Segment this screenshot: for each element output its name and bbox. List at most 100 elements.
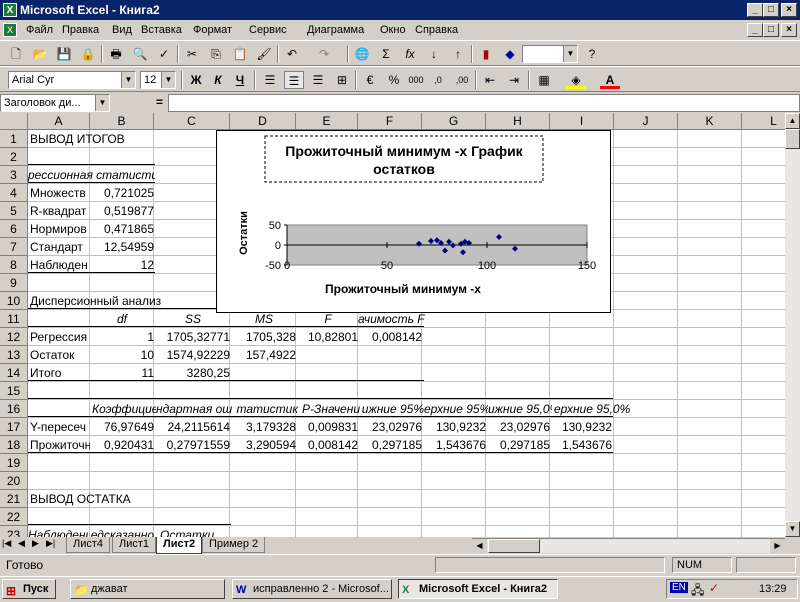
help-icon[interactable]: ? [582,45,602,63]
prev-sheet-icon[interactable]: ◀ [18,538,25,549]
column-header-d[interactable]: D [230,113,296,130]
row-header-20[interactable]: 20 [0,472,28,490]
column-header-j[interactable]: J [614,113,678,130]
permission-icon[interactable]: 🔒 [78,45,98,63]
doc-restore-button[interactable]: □ [763,23,779,37]
row-header-9[interactable]: 9 [0,274,28,292]
cell-d16[interactable]: татистик [232,400,298,418]
column-header-k[interactable]: K [678,113,742,130]
first-sheet-icon[interactable]: |◀ [2,538,11,549]
name-box[interactable]: Заголовок ди... ▼ [0,94,110,112]
cell-a6[interactable]: Нормиров [30,220,90,238]
scroll-up-icon[interactable]: ▲ [785,113,800,129]
last-sheet-icon[interactable]: ▶| [46,538,55,549]
cell-h18[interactable]: 0,297185 [488,436,550,454]
column-header-i[interactable]: I [550,113,614,130]
cell-f17[interactable]: 23,02976 [360,418,422,436]
workbook-icon[interactable]: X [3,23,17,37]
fill-color-icon[interactable]: ◈ [566,71,586,89]
cell-c12[interactable]: 1705,32771 [156,328,230,346]
row-header-21[interactable]: 21 [0,490,28,508]
menu-file[interactable]: Файл [26,20,53,40]
cell-b8[interactable]: 12 [92,256,154,274]
cell-b18[interactable]: 0,920431 [90,436,154,454]
chevron-down-icon[interactable]: ▼ [563,46,577,62]
doc-close-button[interactable]: × [781,23,797,37]
cell-d18[interactable]: 3,290594 [232,436,296,454]
drawing-icon[interactable]: ◆ [500,45,520,63]
row-header-4[interactable]: 4 [0,184,28,202]
cell-c14[interactable]: 3280,25 [156,364,230,382]
doc-minimize-button[interactable]: _ [747,23,763,37]
cell-a13[interactable]: Остаток [30,346,90,364]
cell-e18[interactable]: 0,008142 [298,436,358,454]
cell-f18[interactable]: 0,297185 [360,436,422,454]
underline-button[interactable]: Ч [230,71,250,89]
row-header-23[interactable]: 23 [0,526,28,537]
row-header-14[interactable]: 14 [0,364,28,382]
borders-icon[interactable]: ▦ [534,71,554,89]
decrease-indent-icon[interactable]: ⇤ [480,71,500,89]
cell-a17[interactable]: Y-пересеч [30,418,90,436]
chevron-down-icon[interactable]: ▼ [95,95,109,111]
residual-chart[interactable]: Прожиточный минимум -х График остатков 0… [216,130,611,313]
sort-ascending-icon[interactable]: ↓ [424,45,444,63]
row-header-12[interactable]: 12 [0,328,28,346]
worksheet-grid[interactable]: ABCDEFGHIJKL 1 2 3 4 5 6 7 8 9 10 11 12 13 14 15 16 17 18… [0,113,785,537]
bold-button[interactable]: Ж [186,71,206,89]
cell-c16[interactable]: ндартная ош [156,400,232,418]
cell-i16[interactable]: ерхние 95,0% [552,400,630,418]
cell-c18[interactable]: 0,27971559 [156,436,230,454]
row-header-2[interactable]: 2 [0,148,28,166]
menu-tools[interactable]: Сервис [249,20,287,40]
spelling-icon[interactable]: ✓ [154,45,174,63]
increase-decimal-icon[interactable]: ,0 [428,71,448,89]
cell-e12[interactable]: 10,82801 [298,328,358,346]
scroll-thumb[interactable] [785,129,800,149]
menu-view[interactable]: Вид [112,20,132,40]
undo-icon[interactable]: ↶ [282,45,302,63]
cell-a8[interactable]: Наблюден [30,256,90,274]
row-header-18[interactable]: 18 [0,436,28,454]
row-header-1[interactable]: 1 [0,130,28,148]
cell-a12[interactable]: Регрессия [30,328,90,346]
chevron-down-icon[interactable]: ▼ [121,72,135,88]
cell-e16[interactable]: Р-Значени [298,400,360,418]
cell-b13[interactable]: 10 [90,346,154,364]
cell-b14[interactable]: 11 [90,364,154,382]
print-icon[interactable]: 🖶 [106,45,126,63]
cell-f16[interactable]: ижние 95% [360,400,424,418]
cell-a10[interactable]: Дисперсионный анализ [30,292,161,310]
menu-format[interactable]: Формат [193,20,232,40]
cell-a7[interactable]: Стандарт [30,238,90,256]
row-header-10[interactable]: 10 [0,292,28,310]
column-header-g[interactable]: G [422,113,486,130]
column-header-l[interactable]: L [742,113,785,130]
column-header-a[interactable]: A [28,113,90,130]
cut-icon[interactable]: ✂ [182,45,202,63]
scroll-down-icon[interactable]: ▼ [785,521,800,537]
start-button[interactable]: ⊞ Пуск [2,579,56,599]
row-header-5[interactable]: 5 [0,202,28,220]
tab-sheet2[interactable]: Лист2 [156,537,203,554]
column-header-c[interactable]: C [154,113,230,130]
row-header-11[interactable]: 11 [0,310,28,328]
cell-e17[interactable]: 0,009831 [298,418,358,436]
row-header-13[interactable]: 13 [0,346,28,364]
menu-chart[interactable]: Диаграмма [307,20,364,40]
redo-icon[interactable]: ↷ [314,45,334,63]
cell-f12[interactable]: 0,008142 [360,328,422,346]
print-preview-icon[interactable]: 🔍 [130,45,150,63]
cell-b6[interactable]: 0,471865 [92,220,154,238]
tab-sheet1[interactable]: Лист1 [112,537,157,553]
scroll-right-icon[interactable]: ▶ [770,539,785,553]
cell-g16[interactable]: ерхние 95% [424,400,488,418]
align-left-icon[interactable]: ☰ [260,71,280,89]
thousands-icon[interactable]: 000 [406,71,426,89]
language-indicator[interactable]: EN [670,582,688,593]
sort-descending-icon[interactable]: ↑ [448,45,468,63]
align-center-icon[interactable]: ☰ [284,71,304,89]
formula-input[interactable] [168,94,800,112]
cell-b24[interactable]: едсказанно [90,526,154,537]
copy-icon[interactable]: ⎘ [206,45,226,63]
